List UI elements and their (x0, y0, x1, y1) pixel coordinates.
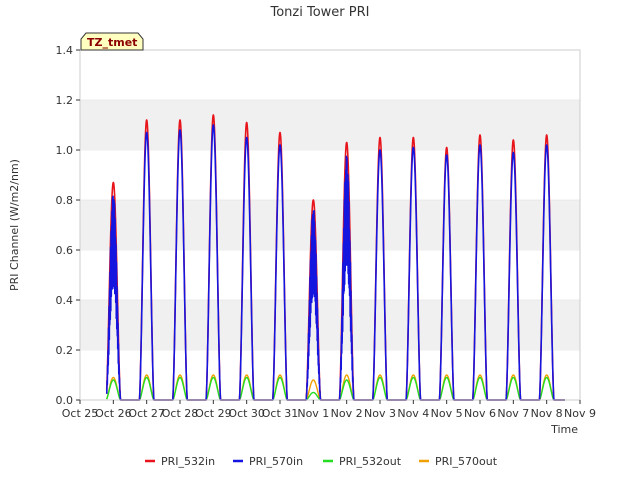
x-tick-label: Nov 8 (531, 407, 563, 420)
x-tick-label: Nov 9 (564, 407, 596, 420)
plot-background (80, 49, 580, 400)
legend-label: PRI_570out (435, 455, 498, 468)
chart-title: Tonzi Tower PRI (270, 5, 370, 20)
x-tick-label: Nov 6 (464, 407, 496, 420)
y-tick-label: 0.0 (56, 394, 74, 407)
legend-item: PRI_570in (233, 455, 303, 468)
y-tick-label: 0.4 (56, 294, 74, 307)
tag-box: TZ_tmet (80, 32, 144, 51)
x-tick-label: Oct 27 (128, 407, 165, 420)
x-tick-label: Nov 5 (431, 407, 463, 420)
legend-label: PRI_570in (249, 455, 303, 468)
grid-band (80, 300, 580, 350)
tag-label: TZ_tmet (87, 36, 137, 49)
y-tick-label: 0.2 (56, 344, 74, 357)
x-tick-label: Nov 3 (364, 407, 396, 420)
y-tick-label: 0.6 (56, 244, 74, 257)
y-axis-ticks: 0.0 0.2 0.4 0.6 0.8 1.0 1.2 1.4 (56, 44, 80, 407)
x-tick-label: Nov 2 (331, 407, 363, 420)
y-tick-label: 1.4 (56, 44, 74, 57)
x-tick-label: Oct 29 (195, 407, 232, 420)
x-tick-label: Nov 4 (397, 407, 429, 420)
legend-label: PRI_532in (161, 455, 215, 468)
y-axis-label: PRI Channel (W/m2/nm) (8, 159, 21, 291)
legend-label: PRI_532out (339, 455, 402, 468)
y-tick-label: 0.8 (56, 194, 74, 207)
legend-item: PRI_532in (145, 455, 215, 468)
x-axis-ticks: Oct 25Oct 26Oct 27Oct 28Oct 29Oct 30Oct … (62, 400, 596, 420)
chart-canvas: Tonzi Tower PRI 0.0 0.2 0.4 0.6 0.8 1.0 1.2 1.4… (8, 5, 596, 468)
x-axis-label: Time (550, 423, 578, 436)
legend: PRI_532in PRI_570in PRI_532out PRI_570out (145, 455, 498, 468)
x-tick-label: Oct 31 (262, 407, 299, 420)
x-tick-label: Nov 7 (497, 407, 529, 420)
x-tick-label: Nov 1 (297, 407, 329, 420)
y-tick-label: 1.2 (56, 94, 74, 107)
x-tick-label: Oct 30 (228, 407, 265, 420)
y-tick-label: 1.0 (56, 144, 74, 157)
legend-item: PRI_532out (323, 455, 402, 468)
grid-band (80, 200, 580, 250)
legend-item: PRI_570out (419, 455, 498, 468)
x-tick-label: Oct 25 (62, 407, 99, 420)
x-tick-label: Oct 26 (95, 407, 132, 420)
x-tick-label: Oct 28 (162, 407, 199, 420)
grid-band (80, 100, 580, 150)
